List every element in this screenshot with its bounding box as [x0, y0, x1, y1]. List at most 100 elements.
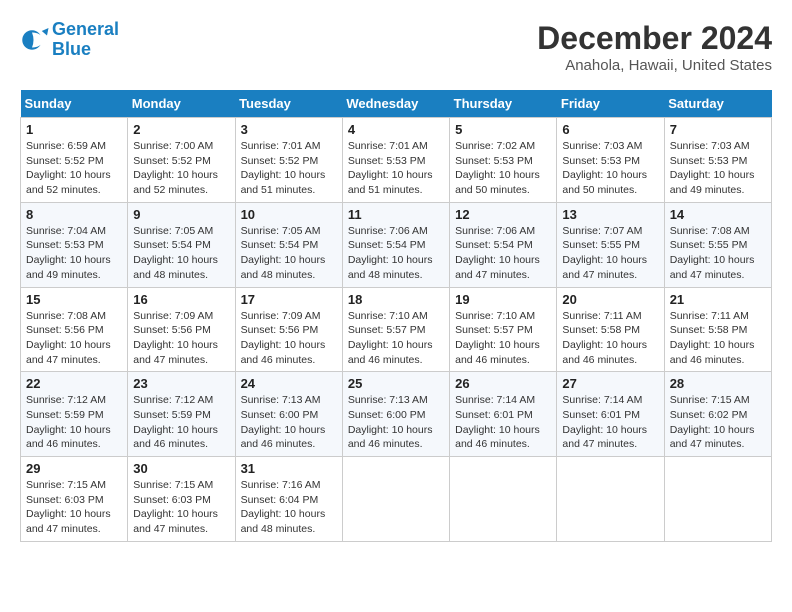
calendar-cell: 25 Sunrise: 7:13 AM Sunset: 6:00 PM Dayl…	[342, 372, 449, 457]
calendar-cell	[664, 457, 771, 542]
day-number: 24	[241, 376, 337, 391]
calendar-cell: 9 Sunrise: 7:05 AM Sunset: 5:54 PM Dayli…	[128, 202, 235, 287]
day-number: 3	[241, 122, 337, 137]
day-number: 18	[348, 292, 444, 307]
day-info: Sunrise: 7:09 AM Sunset: 5:56 PM Dayligh…	[133, 309, 229, 368]
calendar-cell	[450, 457, 557, 542]
day-info: Sunrise: 7:15 AM Sunset: 6:03 PM Dayligh…	[26, 478, 122, 537]
calendar-cell: 11 Sunrise: 7:06 AM Sunset: 5:54 PM Dayl…	[342, 202, 449, 287]
calendar-cell	[557, 457, 664, 542]
day-info: Sunrise: 7:09 AM Sunset: 5:56 PM Dayligh…	[241, 309, 337, 368]
day-number: 20	[562, 292, 658, 307]
day-info: Sunrise: 7:08 AM Sunset: 5:55 PM Dayligh…	[670, 224, 766, 283]
calendar-cell	[342, 457, 449, 542]
day-info: Sunrise: 7:03 AM Sunset: 5:53 PM Dayligh…	[562, 139, 658, 198]
day-number: 8	[26, 207, 122, 222]
calendar-cell: 2 Sunrise: 7:00 AM Sunset: 5:52 PM Dayli…	[128, 118, 235, 203]
header-thursday: Thursday	[450, 90, 557, 118]
day-info: Sunrise: 7:15 AM Sunset: 6:02 PM Dayligh…	[670, 393, 766, 452]
day-info: Sunrise: 7:10 AM Sunset: 5:57 PM Dayligh…	[455, 309, 551, 368]
day-number: 17	[241, 292, 337, 307]
calendar-cell: 26 Sunrise: 7:14 AM Sunset: 6:01 PM Dayl…	[450, 372, 557, 457]
calendar-cell: 14 Sunrise: 7:08 AM Sunset: 5:55 PM Dayl…	[664, 202, 771, 287]
day-info: Sunrise: 7:12 AM Sunset: 5:59 PM Dayligh…	[26, 393, 122, 452]
calendar-cell: 1 Sunrise: 6:59 AM Sunset: 5:52 PM Dayli…	[21, 118, 128, 203]
day-number: 13	[562, 207, 658, 222]
day-number: 11	[348, 207, 444, 222]
day-info: Sunrise: 7:16 AM Sunset: 6:04 PM Dayligh…	[241, 478, 337, 537]
calendar-cell: 22 Sunrise: 7:12 AM Sunset: 5:59 PM Dayl…	[21, 372, 128, 457]
day-info: Sunrise: 7:10 AM Sunset: 5:57 PM Dayligh…	[348, 309, 444, 368]
day-info: Sunrise: 7:07 AM Sunset: 5:55 PM Dayligh…	[562, 224, 658, 283]
day-info: Sunrise: 7:14 AM Sunset: 6:01 PM Dayligh…	[455, 393, 551, 452]
day-info: Sunrise: 7:01 AM Sunset: 5:53 PM Dayligh…	[348, 139, 444, 198]
day-info: Sunrise: 7:08 AM Sunset: 5:56 PM Dayligh…	[26, 309, 122, 368]
header-wednesday: Wednesday	[342, 90, 449, 118]
day-number: 25	[348, 376, 444, 391]
calendar-cell: 23 Sunrise: 7:12 AM Sunset: 5:59 PM Dayl…	[128, 372, 235, 457]
day-info: Sunrise: 7:15 AM Sunset: 6:03 PM Dayligh…	[133, 478, 229, 537]
header-monday: Monday	[128, 90, 235, 118]
calendar-cell: 10 Sunrise: 7:05 AM Sunset: 5:54 PM Dayl…	[235, 202, 342, 287]
day-number: 10	[241, 207, 337, 222]
day-number: 16	[133, 292, 229, 307]
day-info: Sunrise: 7:02 AM Sunset: 5:53 PM Dayligh…	[455, 139, 551, 198]
day-number: 28	[670, 376, 766, 391]
calendar-cell: 6 Sunrise: 7:03 AM Sunset: 5:53 PM Dayli…	[557, 118, 664, 203]
day-number: 22	[26, 376, 122, 391]
day-number: 21	[670, 292, 766, 307]
header-tuesday: Tuesday	[235, 90, 342, 118]
logo: General Blue	[20, 20, 119, 60]
header-friday: Friday	[557, 90, 664, 118]
day-number: 27	[562, 376, 658, 391]
day-number: 23	[133, 376, 229, 391]
day-number: 2	[133, 122, 229, 137]
calendar-cell: 15 Sunrise: 7:08 AM Sunset: 5:56 PM Dayl…	[21, 287, 128, 372]
calendar-cell: 20 Sunrise: 7:11 AM Sunset: 5:58 PM Dayl…	[557, 287, 664, 372]
calendar-cell: 27 Sunrise: 7:14 AM Sunset: 6:01 PM Dayl…	[557, 372, 664, 457]
calendar-cell: 4 Sunrise: 7:01 AM Sunset: 5:53 PM Dayli…	[342, 118, 449, 203]
calendar-cell: 31 Sunrise: 7:16 AM Sunset: 6:04 PM Dayl…	[235, 457, 342, 542]
day-info: Sunrise: 7:06 AM Sunset: 5:54 PM Dayligh…	[348, 224, 444, 283]
day-info: Sunrise: 7:00 AM Sunset: 5:52 PM Dayligh…	[133, 139, 229, 198]
day-number: 29	[26, 461, 122, 476]
day-info: Sunrise: 7:13 AM Sunset: 6:00 PM Dayligh…	[348, 393, 444, 452]
day-info: Sunrise: 6:59 AM Sunset: 5:52 PM Dayligh…	[26, 139, 122, 198]
day-info: Sunrise: 7:06 AM Sunset: 5:54 PM Dayligh…	[455, 224, 551, 283]
header-saturday: Saturday	[664, 90, 771, 118]
day-number: 4	[348, 122, 444, 137]
day-info: Sunrise: 7:03 AM Sunset: 5:53 PM Dayligh…	[670, 139, 766, 198]
day-number: 5	[455, 122, 551, 137]
calendar-cell: 18 Sunrise: 7:10 AM Sunset: 5:57 PM Dayl…	[342, 287, 449, 372]
day-info: Sunrise: 7:01 AM Sunset: 5:52 PM Dayligh…	[241, 139, 337, 198]
calendar-table: Sunday Monday Tuesday Wednesday Thursday…	[20, 90, 772, 542]
day-info: Sunrise: 7:12 AM Sunset: 5:59 PM Dayligh…	[133, 393, 229, 452]
calendar-cell: 16 Sunrise: 7:09 AM Sunset: 5:56 PM Dayl…	[128, 287, 235, 372]
calendar-cell: 29 Sunrise: 7:15 AM Sunset: 6:03 PM Dayl…	[21, 457, 128, 542]
day-number: 26	[455, 376, 551, 391]
day-number: 1	[26, 122, 122, 137]
location: Anahola, Hawaii, United States	[537, 57, 772, 74]
day-info: Sunrise: 7:05 AM Sunset: 5:54 PM Dayligh…	[241, 224, 337, 283]
weekday-header-row: Sunday Monday Tuesday Wednesday Thursday…	[21, 90, 772, 118]
logo-general: General	[52, 19, 119, 39]
calendar-cell: 24 Sunrise: 7:13 AM Sunset: 6:00 PM Dayl…	[235, 372, 342, 457]
header-sunday: Sunday	[21, 90, 128, 118]
day-number: 30	[133, 461, 229, 476]
day-number: 9	[133, 207, 229, 222]
day-info: Sunrise: 7:14 AM Sunset: 6:01 PM Dayligh…	[562, 393, 658, 452]
month-title: December 2024	[537, 20, 772, 57]
title-block: December 2024 Anahola, Hawaii, United St…	[537, 20, 772, 74]
calendar-cell: 30 Sunrise: 7:15 AM Sunset: 6:03 PM Dayl…	[128, 457, 235, 542]
calendar-cell: 17 Sunrise: 7:09 AM Sunset: 5:56 PM Dayl…	[235, 287, 342, 372]
day-number: 6	[562, 122, 658, 137]
day-number: 7	[670, 122, 766, 137]
day-info: Sunrise: 7:11 AM Sunset: 5:58 PM Dayligh…	[670, 309, 766, 368]
calendar-cell: 7 Sunrise: 7:03 AM Sunset: 5:53 PM Dayli…	[664, 118, 771, 203]
calendar-cell: 12 Sunrise: 7:06 AM Sunset: 5:54 PM Dayl…	[450, 202, 557, 287]
day-number: 15	[26, 292, 122, 307]
logo-blue: Blue	[52, 39, 91, 59]
day-number: 19	[455, 292, 551, 307]
day-info: Sunrise: 7:05 AM Sunset: 5:54 PM Dayligh…	[133, 224, 229, 283]
day-info: Sunrise: 7:11 AM Sunset: 5:58 PM Dayligh…	[562, 309, 658, 368]
